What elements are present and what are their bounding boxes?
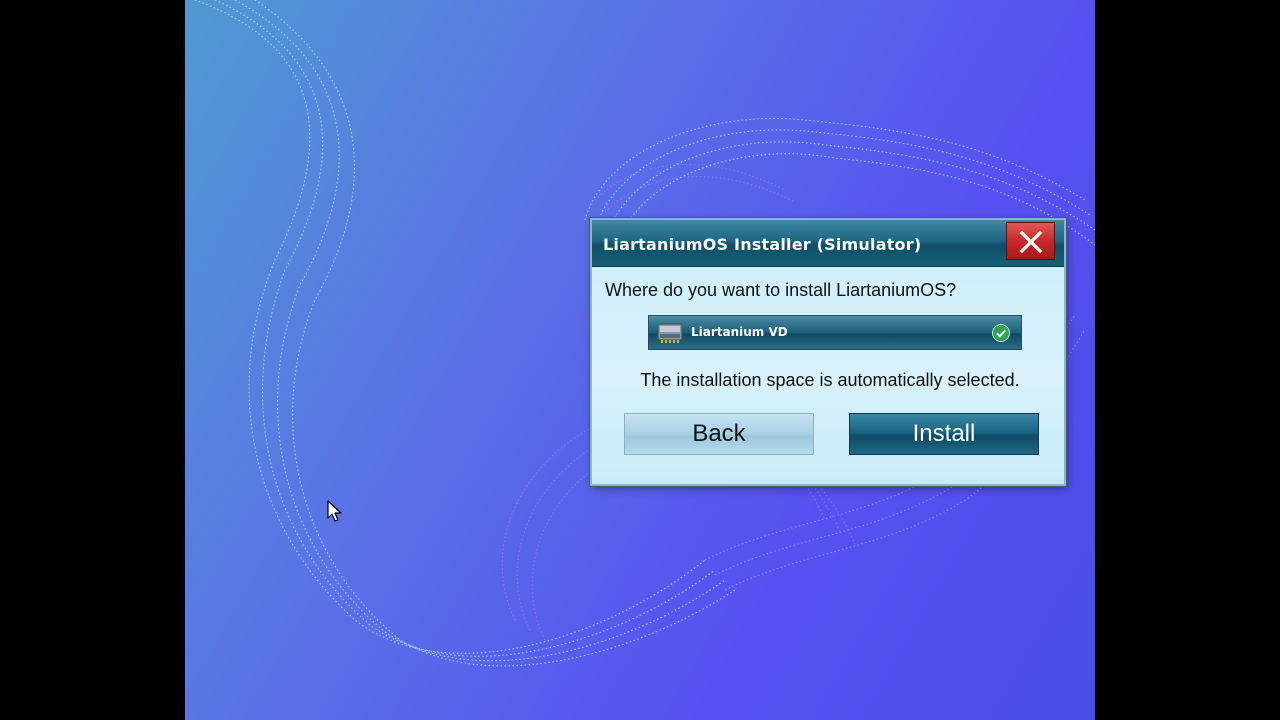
drive-label: Liartanium VD (691, 325, 788, 339)
install-location-question: Where do you want to install LiartaniumO… (605, 280, 957, 300)
close-icon (1019, 230, 1043, 254)
dialog-titlebar[interactable]: LiartaniumOS Installer (Simulator) (592, 220, 1064, 267)
checkmark-icon (992, 324, 1010, 342)
close-button[interactable] (1006, 222, 1055, 260)
back-button[interactable]: Back (624, 413, 814, 455)
install-button[interactable]: Install (849, 413, 1039, 455)
mouse-pointer-icon (327, 500, 342, 522)
dialog-title: LiartaniumOS Installer (Simulator) (603, 235, 922, 254)
auto-selection-note: The installation space is automatically … (640, 370, 1020, 390)
drive-option-liartanium-vd[interactable]: Liartanium VD (648, 315, 1022, 350)
desktop-background: LiartaniumOS Installer (Simulator) Where… (185, 0, 1095, 720)
hard-drive-icon (657, 323, 683, 343)
installer-dialog: LiartaniumOS Installer (Simulator) Where… (590, 218, 1066, 486)
